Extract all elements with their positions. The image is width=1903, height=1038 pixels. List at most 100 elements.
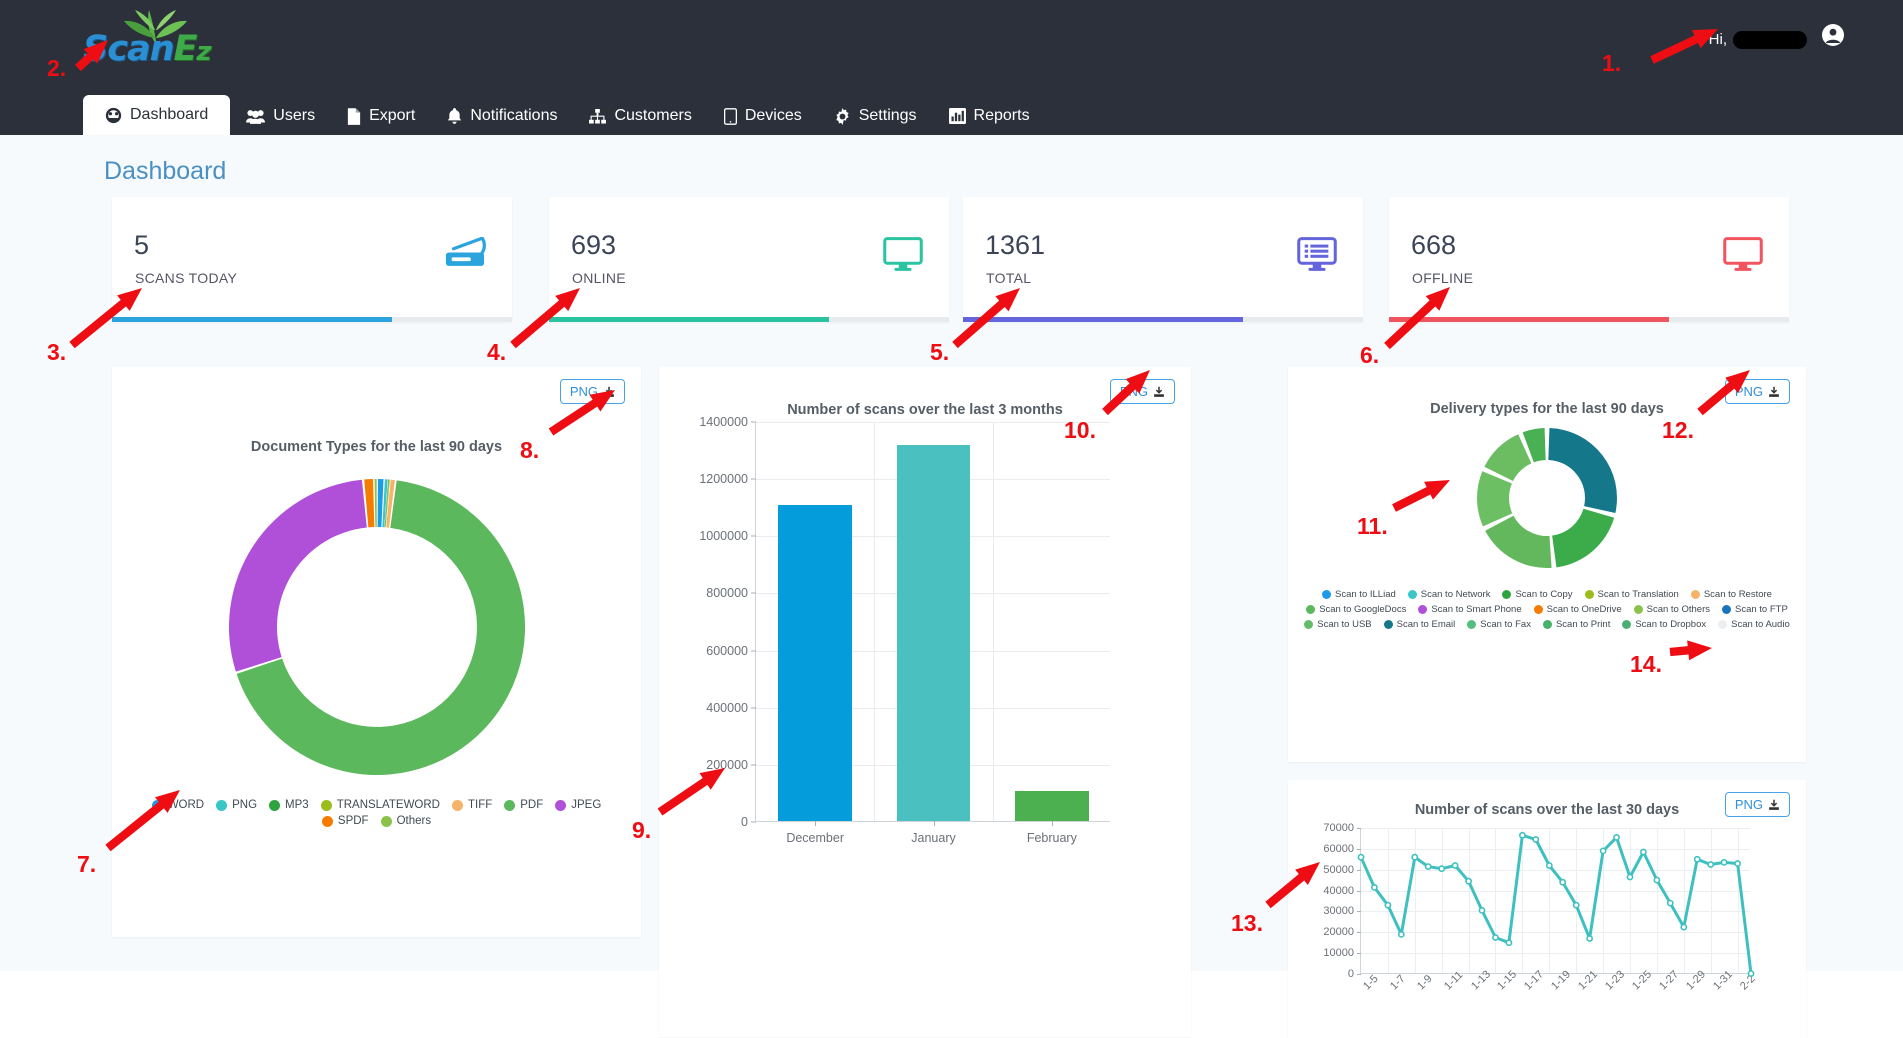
legend-item[interactable]: JPEG (555, 799, 601, 811)
line-data-point[interactable] (1586, 935, 1593, 942)
line-data-point[interactable] (1747, 970, 1755, 977)
legend-item[interactable]: Scan to Email (1383, 619, 1455, 630)
bar-chart-png-button[interactable]: PNG (1109, 379, 1175, 404)
donut-slice[interactable] (1552, 508, 1615, 568)
line-data-point[interactable] (1545, 862, 1553, 869)
line-data-point[interactable] (1707, 861, 1715, 868)
stat-card-online[interactable]: 693 ONLINE (549, 197, 949, 322)
legend-item[interactable]: Scan to OneDrive (1533, 604, 1622, 615)
line-data-point[interactable] (1465, 877, 1472, 885)
greeting-text: Hi, (1708, 31, 1727, 48)
bar-chart-icon (948, 108, 966, 124)
line-data-point[interactable] (1518, 831, 1526, 839)
axis-tick (815, 821, 817, 826)
logo-text: ScanEz (83, 30, 212, 71)
line-chart-plot-area[interactable]: 0 10000 20000 30000 40000 50000 60000 70000 1-5 1… (1323, 822, 1757, 992)
donut-slice[interactable] (1485, 515, 1552, 568)
donut-slice[interactable] (1484, 434, 1532, 482)
line-data-point[interactable] (1653, 876, 1661, 884)
user-avatar-icon[interactable] (1821, 23, 1845, 57)
line-data-point[interactable] (1639, 848, 1647, 856)
stat-card-scans-today[interactable]: 5 SCANS TODAY (112, 197, 512, 322)
line-data-point[interactable] (1599, 847, 1607, 855)
line-data-point[interactable] (1492, 934, 1499, 941)
line-data-point[interactable] (1411, 853, 1419, 861)
nav-item-settings[interactable]: Settings (818, 97, 933, 135)
legend-item[interactable]: Scan to Restore (1690, 589, 1772, 600)
document-types-donut-chart[interactable] (217, 467, 537, 787)
legend-item[interactable]: SPDF (321, 815, 369, 827)
line-data-point[interactable] (1438, 865, 1446, 873)
line-data-point[interactable] (1613, 833, 1620, 841)
axis-tick (751, 592, 756, 594)
nav-item-devices[interactable]: Devices (708, 97, 818, 135)
legend-item[interactable]: Scan to Audio (1718, 619, 1790, 630)
line-data-point[interactable] (1384, 901, 1392, 909)
nav-item-dashboard[interactable]: Dashboard (83, 95, 231, 135)
legend-item[interactable]: PDF (504, 799, 543, 811)
nav-item-customers[interactable]: Customers (573, 97, 707, 135)
legend-item[interactable]: Scan to Copy (1502, 589, 1573, 600)
bar[interactable] (1015, 791, 1089, 821)
legend-item[interactable]: Scan to Smart Phone (1418, 604, 1522, 615)
legend-item[interactable]: Scan to Print (1542, 619, 1610, 630)
document-types-png-button[interactable]: PNG (559, 379, 625, 404)
legend-item[interactable]: Scan to Others (1633, 604, 1710, 615)
donut-slice[interactable] (377, 479, 384, 528)
axis-tick (1051, 821, 1053, 826)
nav-item-reports[interactable]: Reports (933, 97, 1046, 135)
donut-slice[interactable] (229, 479, 367, 672)
legend-color-dot (1502, 590, 1512, 599)
legend-item[interactable]: MP3 (269, 799, 309, 811)
legend-color-dot (320, 799, 332, 811)
grid-line (992, 422, 994, 821)
stat-card-offline[interactable]: 668 OFFLINE (1389, 197, 1789, 322)
donut-slice[interactable] (374, 479, 377, 528)
app-logo[interactable]: ScanEz (83, 8, 223, 70)
legend-item[interactable]: Scan to Translation (1584, 589, 1679, 600)
legend-item[interactable]: TIFF (451, 799, 492, 811)
bar-chart-plot-area[interactable]: 0 200000 400000 600000 800000 1000000 1200000 1… (699, 415, 1110, 845)
line-data-point[interactable] (1626, 873, 1634, 881)
nav-item-export[interactable]: Export (331, 97, 431, 135)
legend-item[interactable]: Scan to FTP (1722, 604, 1788, 615)
line-data-point[interactable] (1370, 884, 1378, 891)
line-data-point[interactable] (1505, 939, 1513, 947)
delivery-types-donut-chart[interactable] (1472, 423, 1622, 573)
line-data-point[interactable] (1532, 836, 1540, 843)
donut-slice[interactable] (1548, 428, 1617, 514)
line-data-point[interactable] (1424, 863, 1432, 870)
line-data-point[interactable] (1397, 931, 1405, 938)
line-data-point[interactable] (1693, 855, 1701, 863)
line-data-point[interactable] (1357, 853, 1365, 861)
legend-item[interactable]: Scan to Network (1407, 589, 1490, 600)
bar[interactable] (778, 505, 852, 821)
legend-item[interactable]: Scan to USB (1304, 619, 1372, 630)
line-data-point[interactable] (1720, 859, 1728, 866)
line-data-point[interactable] (1572, 901, 1580, 909)
line-data-point[interactable] (1734, 860, 1741, 867)
stat-value: 668 (1411, 230, 1457, 260)
legend-item[interactable]: Scan to Dropbox (1622, 619, 1706, 630)
donut-slice[interactable] (1477, 471, 1513, 527)
nav-item-users[interactable]: Users (230, 97, 331, 135)
legend-item[interactable]: Scan to ILLiad (1322, 589, 1396, 600)
stat-card-total[interactable]: 1361 TOTAL (963, 197, 1363, 322)
line-data-point[interactable] (1559, 878, 1567, 886)
legend-item[interactable]: TRANSLATEWORD (320, 799, 440, 811)
legend-item[interactable]: Scan to GoogleDocs (1306, 604, 1406, 615)
line-data-point[interactable] (1666, 899, 1674, 907)
nav-item-notifications[interactable]: Notifications (431, 97, 573, 135)
line-data-point[interactable] (1478, 907, 1486, 914)
legend-item[interactable]: WORD (151, 799, 205, 811)
bar[interactable] (896, 445, 971, 821)
line-data-point[interactable] (1451, 862, 1459, 869)
legend-label: PDF (520, 799, 544, 811)
legend-item[interactable]: Others (380, 815, 431, 827)
line-series (1357, 831, 1755, 977)
legend-item[interactable]: PNG (216, 799, 257, 811)
line-data-point[interactable] (1680, 923, 1688, 931)
user-greeting[interactable]: Hi, (1709, 23, 1845, 57)
legend-item[interactable]: Scan to Fax (1467, 619, 1531, 630)
legend-label: WORD (167, 799, 205, 811)
